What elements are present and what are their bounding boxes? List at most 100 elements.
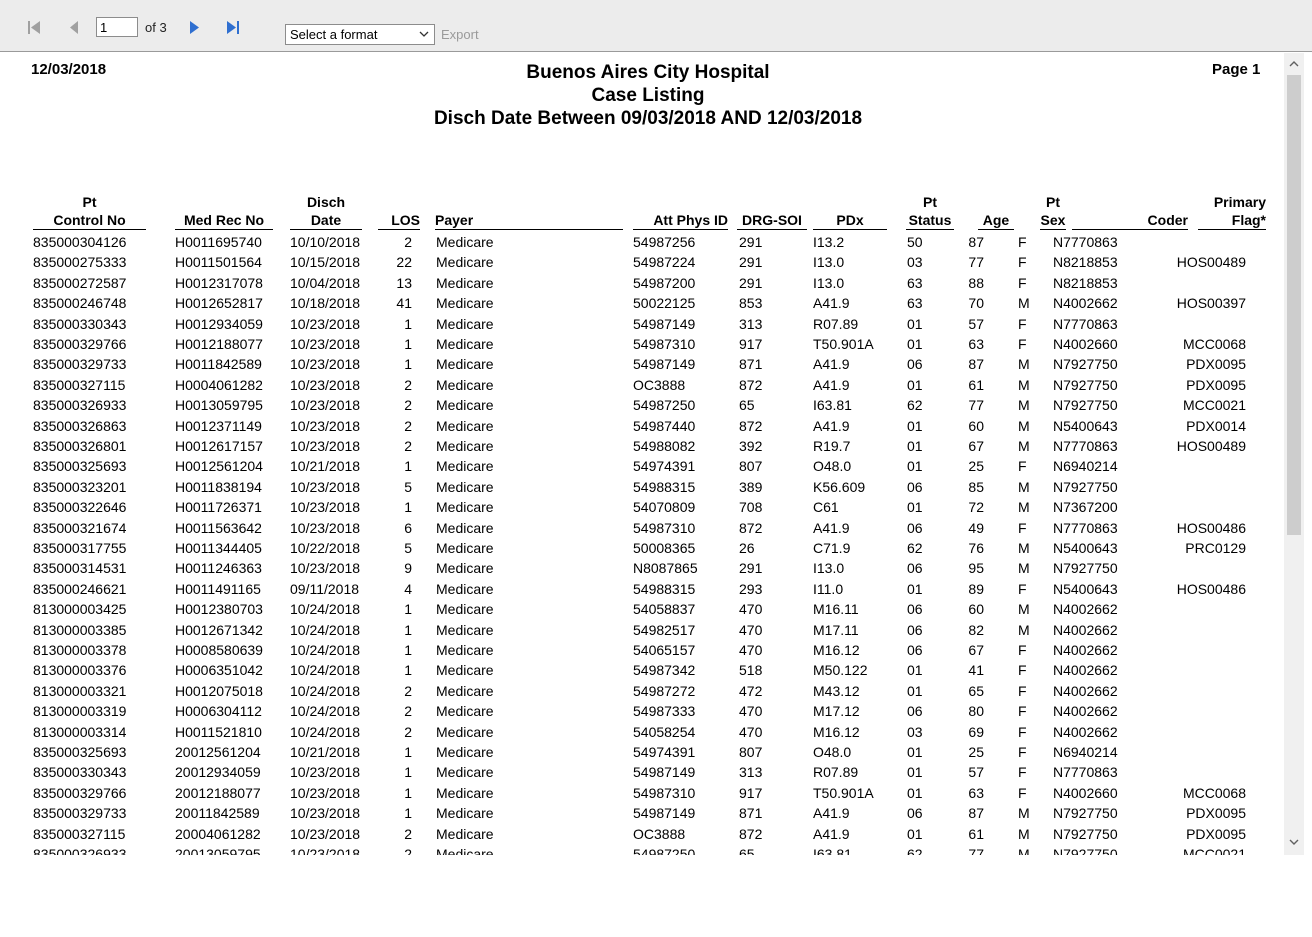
- cell-los: 2: [404, 723, 412, 740]
- cell-age: 72: [968, 499, 984, 516]
- cell-age: 77: [968, 254, 984, 271]
- cell-status: 01: [907, 744, 923, 760]
- cell-drg: 65: [739, 397, 755, 414]
- cell-coder: N4002660: [1053, 336, 1118, 352]
- scroll-up-icon[interactable]: [1287, 57, 1301, 71]
- cell-payer: Medicare: [436, 417, 494, 434]
- cell-flag: MCC0068: [1182, 784, 1246, 801]
- cell-disch: 10/24/2018: [290, 703, 361, 720]
- cell-coder: N5400643: [1053, 417, 1118, 434]
- cell-los: 1: [404, 784, 412, 801]
- table-row: 835000326933 20013059795 10/23/2018 2 Medica…: [0, 846, 1284, 855]
- cell-los: 2: [404, 682, 412, 699]
- cell-drg: 291: [739, 560, 763, 577]
- cell-status: 06: [907, 560, 923, 577]
- cell-att: 54987342: [633, 662, 696, 679]
- cell-ctrl: 835000272587: [33, 274, 127, 291]
- vertical-scrollbar[interactable]: [1284, 53, 1304, 855]
- cell-payer: Medicare: [436, 744, 494, 760]
- cell-sex: F: [1018, 274, 1027, 291]
- first-page-icon[interactable]: [26, 19, 44, 37]
- cell-att: 54987200: [633, 274, 696, 291]
- cell-age: 82: [968, 621, 984, 638]
- cell-status: 01: [907, 315, 923, 332]
- cell-status: 01: [907, 580, 923, 597]
- cell-coder: N7367200: [1053, 499, 1118, 516]
- cell-payer: Medicare: [436, 580, 494, 597]
- report-name: Case Listing: [591, 85, 705, 106]
- cell-pdx: A41.9: [813, 417, 850, 434]
- cell-flag: HOS00486: [1176, 580, 1246, 597]
- cell-pdx: R07.89: [813, 315, 859, 332]
- cell-drg: 872: [739, 376, 763, 393]
- cell-pdx: O48.0: [813, 458, 852, 475]
- column-header-line2: Payer: [435, 212, 474, 228]
- cell-status: 01: [907, 825, 923, 842]
- cell-sex: M: [1018, 601, 1030, 618]
- cell-age: 63: [968, 784, 984, 801]
- cell-sex: F: [1018, 764, 1027, 781]
- cell-ctrl: 813000003314: [33, 723, 127, 740]
- cell-payer: Medicare: [436, 295, 494, 312]
- cell-los: 6: [404, 519, 412, 536]
- cell-payer: Medicare: [436, 642, 494, 658]
- cell-los: 1: [404, 356, 412, 373]
- cell-mrn: H0011842589: [175, 356, 262, 373]
- cell-los: 1: [404, 458, 412, 475]
- cell-drg: 853: [739, 295, 763, 312]
- cell-coder: N7770863: [1053, 764, 1118, 781]
- cell-drg: 807: [739, 458, 763, 475]
- column-header-mrn: Med Rec No: [175, 193, 273, 230]
- cell-payer: Medicare: [436, 336, 494, 352]
- cell-drg: 872: [739, 825, 763, 842]
- last-page-icon[interactable]: [224, 19, 242, 37]
- cell-pdx: I13.0: [813, 254, 845, 271]
- cell-sex: F: [1018, 703, 1027, 720]
- table-row: 835000327115 20004061282 10/23/2018 2 Medica…: [0, 826, 1284, 846]
- cell-status: 62: [907, 397, 923, 414]
- next-page-icon[interactable]: [186, 19, 204, 37]
- cell-ctrl: 835000329733: [33, 356, 127, 373]
- cell-payer: Medicare: [436, 438, 494, 454]
- scroll-down-icon[interactable]: [1287, 835, 1301, 849]
- cell-ctrl: 835000325693: [33, 744, 127, 760]
- scroll-thumb[interactable]: [1287, 75, 1301, 535]
- cell-age: 41: [968, 662, 984, 679]
- column-header-line1: Pt: [923, 194, 937, 210]
- cell-sex: M: [1018, 417, 1030, 434]
- column-header-line1: [1072, 193, 1188, 211]
- format-select[interactable]: Select a format: [285, 24, 435, 45]
- cell-los: 2: [404, 438, 412, 454]
- cell-age: 70: [968, 295, 984, 312]
- column-header-line1: [378, 193, 420, 211]
- cell-pdx: A41.9: [813, 825, 850, 842]
- previous-page-icon[interactable]: [66, 19, 84, 37]
- table-row: 835000275333 H0011501564 10/15/2018 22 Medic…: [0, 254, 1284, 274]
- table-row: 835000272587 H0012317078 10/04/2018 13 Medic…: [0, 275, 1284, 295]
- cell-age: 87: [968, 234, 984, 250]
- cell-pdx: A41.9: [813, 295, 850, 312]
- table-row: 813000003425 H0012380703 10/24/2018 1 Medica…: [0, 601, 1284, 621]
- export-button[interactable]: Export: [441, 27, 479, 42]
- cell-sex: F: [1018, 315, 1027, 332]
- cell-flag: PDX0095: [1186, 825, 1246, 842]
- cell-coder: N7927750: [1053, 376, 1118, 393]
- cell-sex: M: [1018, 376, 1030, 393]
- cell-att: 54987272: [633, 682, 696, 699]
- cell-pdx: M16.12: [813, 642, 860, 658]
- cell-age: 60: [968, 417, 984, 434]
- cell-sex: F: [1018, 744, 1027, 760]
- page-number-input[interactable]: [96, 17, 138, 37]
- cell-payer: Medicare: [436, 825, 494, 842]
- cell-coder: N6940214: [1053, 458, 1118, 475]
- cell-ctrl: 813000003378: [33, 642, 127, 658]
- cell-flag: HOS00397: [1176, 295, 1246, 312]
- cell-los: 1: [404, 805, 412, 822]
- table-row: 835000325693 H0012561204 10/21/2018 1 Medica…: [0, 458, 1284, 478]
- report-viewer: 12/03/2018 Page 1 Buenos Aires City Hosp…: [0, 53, 1284, 855]
- cell-drg: 26: [739, 540, 755, 556]
- cell-status: 62: [907, 540, 923, 556]
- cell-mrn: 20013059795: [175, 846, 261, 855]
- cell-sex: M: [1018, 825, 1030, 842]
- cell-ctrl: 813000003319: [33, 703, 127, 720]
